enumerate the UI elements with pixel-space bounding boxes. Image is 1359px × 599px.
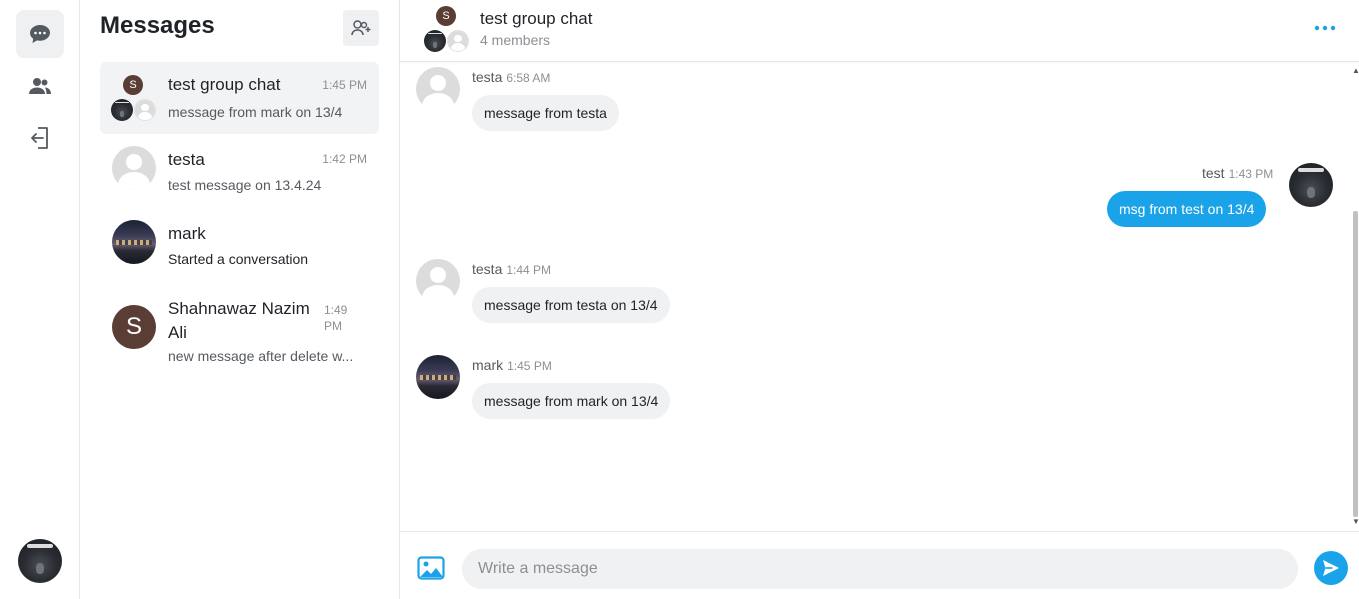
avatar [416,67,460,111]
avatar-letter: S [436,6,456,26]
nav-logout-button[interactable] [16,114,64,162]
group-avatar: S [111,75,157,121]
avatar [112,220,156,264]
message-input[interactable] [462,549,1298,589]
message-meta: testa 6:58 AM [472,69,551,85]
new-chat-button[interactable] [343,10,379,46]
message-bubble: message from testa on 13/4 [472,287,670,323]
attach-image-button[interactable] [417,556,445,580]
member-avatar [134,99,156,121]
conversation-item[interactable]: S Shahnawaz Nazim Ali 1:49 PM new message… [100,284,379,380]
send-icon [1323,560,1339,576]
chat-bubble-icon [30,25,50,43]
message-meta: mark 1:45 PM [472,357,552,373]
conversation-name: test group chat [168,75,281,94]
conversation-time: 1:49 PM [324,303,348,333]
chat-header: S test group chat 4 members [400,0,1359,62]
scroll-down-arrow-icon[interactable]: ▼ [1352,517,1359,526]
avatar-letter: S [123,75,143,95]
message-bubble: msg from test on 13/4 [1107,191,1267,227]
conversation-name: Shahnawaz Nazim Ali [168,299,310,342]
avatar: S [112,305,156,349]
avatar-letter: S [125,313,142,340]
more-horizontal-icon [1314,25,1336,31]
conversation-time: 1:45 PM [322,78,367,92]
message-meta: test 1:43 PM [1202,165,1274,181]
conversation-item[interactable]: mark Started a conversation [100,210,379,282]
member-avatar [424,30,446,52]
avatar [112,146,156,190]
scroll-up-arrow-icon[interactable]: ▲ [1352,66,1359,75]
member-avatar [447,30,469,52]
avatar [416,259,460,303]
users-icon [29,78,51,94]
conversation-item[interactable]: testa 1:42 PM test message on 13.4.24 [100,136,379,208]
conversation-item[interactable]: S test group chat 1:45 PM message from m… [100,62,379,134]
conversation-preview: Started a conversation [168,251,309,267]
conversation-preview: new message after delete w... [168,348,354,364]
nav-rail [0,0,80,599]
conversation-name: testa [168,150,205,169]
group-avatar: S [424,6,470,52]
conversation-time: 1:42 PM [322,152,367,166]
conversation-list-panel: Messages S test group chat 1:45 PM messa… [80,0,400,599]
logout-icon [31,127,48,149]
send-button[interactable] [1314,551,1348,585]
avatar [1289,163,1333,207]
conversation-preview: message from mark on 13/4 [168,104,343,120]
conversation-preview: test message on 13.4.24 [168,177,322,193]
message-bubble: message from testa [472,95,619,131]
message-composer [400,531,1359,599]
conversation-name: mark [168,224,206,243]
nav-contacts-button[interactable] [16,62,64,110]
add-user-icon [351,20,371,36]
message-bubble: message from mark on 13/4 [472,383,671,419]
more-options-button[interactable] [1310,18,1340,38]
chat-title: test group chat [480,9,593,28]
current-user-avatar[interactable] [18,539,62,583]
app-root: Messages S test group chat 1:45 PM messa… [0,0,1359,599]
message-scrollbar[interactable]: ▲ ▼ [1351,63,1359,531]
chat-member-count: 4 members [480,32,551,48]
image-icon [417,556,445,580]
messages-title: Messages [100,12,215,39]
chat-panel: S test group chat 4 members testa 6:58 AM… [400,0,1359,599]
scrollbar-thumb[interactable] [1353,211,1358,517]
message-list: testa 6:58 AM message from testa test 1:43… [400,63,1359,531]
message-meta: testa 1:44 PM [472,261,552,277]
member-avatar [111,99,133,121]
nav-chats-button[interactable] [16,10,64,58]
avatar [416,355,460,399]
